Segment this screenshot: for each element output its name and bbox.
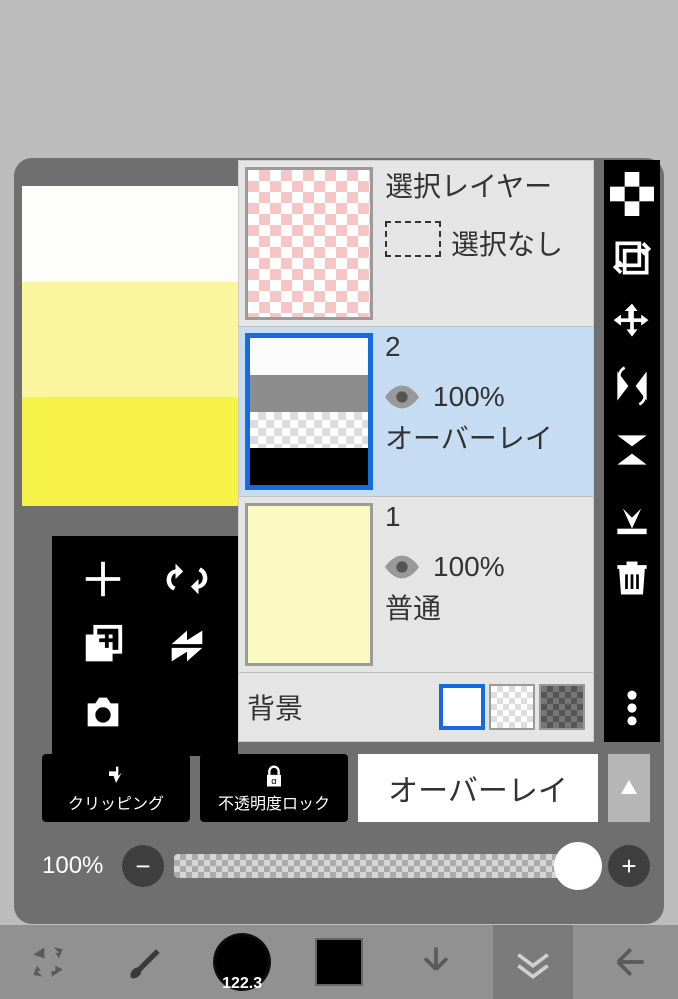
camera-button[interactable] (66, 685, 140, 742)
canvas-preview (22, 186, 238, 506)
layer-2-thumb (245, 333, 373, 490)
brush-preview[interactable]: 122.3 (202, 925, 282, 999)
tool-swap-button[interactable] (8, 925, 88, 999)
brush-tool-button[interactable] (105, 925, 185, 999)
slider-knob[interactable] (554, 842, 602, 890)
layer-sidebar (604, 160, 660, 742)
layer-tools (52, 536, 238, 756)
blend-mode-select[interactable]: オーバーレイ (358, 754, 598, 822)
brush-size-label: 122.3 (222, 975, 262, 993)
layer-1[interactable]: 1 100% 普通 (239, 497, 593, 673)
layer-1-thumb (245, 503, 373, 666)
down-arrow-button[interactable] (396, 925, 476, 999)
layer-1-name: 1 (385, 501, 587, 533)
decrease-button[interactable]: − (122, 845, 164, 887)
selection-marquee-icon (385, 221, 441, 257)
layer-1-blend: 普通 (385, 587, 587, 627)
move-icon[interactable] (610, 300, 654, 344)
bg-checker-dark[interactable] (539, 684, 585, 730)
layers-list: 選択レイヤー 選択なし 2 100% オーバーレイ 1 (238, 160, 594, 742)
selection-thumb (245, 167, 373, 320)
merge-down-icon[interactable] (610, 492, 654, 536)
blend-controls: クリッピング α 不透明度ロック オーバーレイ (42, 754, 650, 822)
color-swatch[interactable] (299, 925, 379, 999)
selection-status: 選択なし (451, 223, 587, 263)
checker-icon[interactable] (610, 172, 654, 216)
transform-icon[interactable] (610, 236, 654, 280)
back-button[interactable] (589, 925, 669, 999)
layer-1-opacity: 100% (433, 551, 505, 583)
layer-2-opacity: 100% (433, 381, 505, 413)
layer-2-name: 2 (385, 331, 587, 363)
bg-white[interactable] (439, 684, 485, 730)
rotate-flip-button[interactable] (150, 550, 224, 607)
flip-vertical-button[interactable] (150, 617, 224, 674)
eye-icon[interactable] (385, 555, 419, 579)
flip-horizontal-icon[interactable] (610, 364, 654, 408)
opacity-value: 100% (42, 852, 112, 880)
background-row: 背景 (239, 673, 593, 741)
flip-vertical-icon[interactable] (610, 428, 654, 472)
clipping-button[interactable]: クリッピング (42, 754, 190, 822)
opacity-slider-row: 100% − + (42, 836, 650, 896)
trash-icon[interactable] (610, 556, 654, 600)
bg-checker-light[interactable] (489, 684, 535, 730)
alpha-lock-button[interactable]: α 不透明度ロック (200, 754, 348, 822)
layer-2[interactable]: 2 100% オーバーレイ (239, 327, 593, 497)
main-toolbar: 122.3 (0, 925, 678, 999)
background-label: 背景 (247, 687, 303, 727)
duplicate-layer-button[interactable] (66, 617, 140, 674)
increase-button[interactable]: + (608, 845, 650, 887)
opacity-slider[interactable] (174, 854, 598, 878)
selection-title: 選択レイヤー (385, 165, 587, 205)
layer-panel: 選択レイヤー 選択なし 2 100% オーバーレイ 1 (14, 158, 664, 924)
eye-icon[interactable] (385, 385, 419, 409)
blend-dropdown-icon[interactable] (608, 754, 650, 822)
layers-toggle-button[interactable] (493, 925, 573, 999)
add-layer-button[interactable] (66, 550, 140, 607)
more-icon[interactable] (610, 686, 654, 730)
svg-text:α: α (271, 776, 277, 786)
selection-layer[interactable]: 選択レイヤー 選択なし (239, 161, 593, 327)
layer-2-blend: オーバーレイ (385, 417, 587, 457)
